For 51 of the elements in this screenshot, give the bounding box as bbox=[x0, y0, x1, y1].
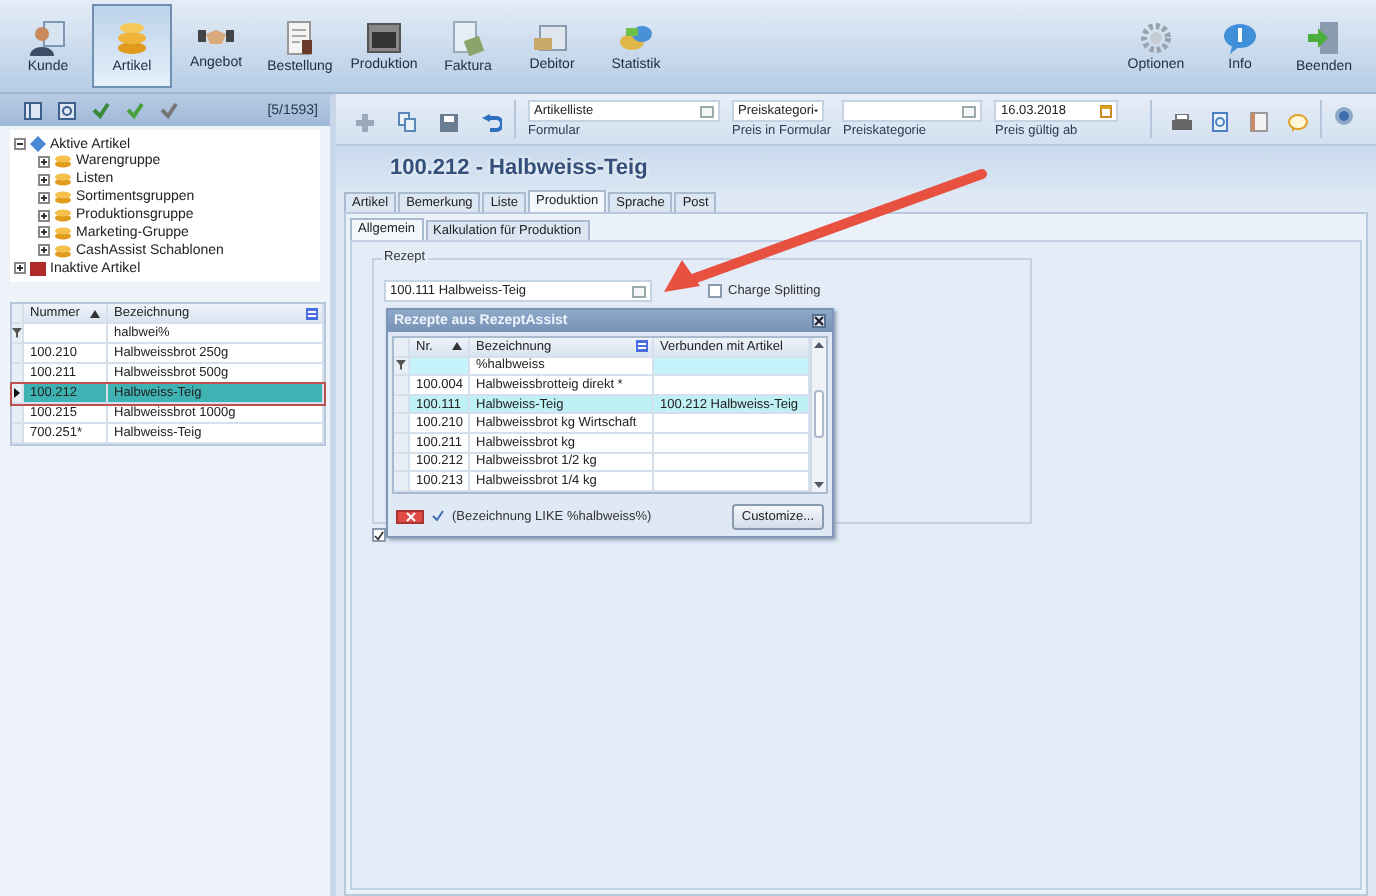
panel-icon[interactable] bbox=[24, 101, 42, 119]
expand-icon[interactable] bbox=[38, 155, 50, 168]
filter-icon bbox=[396, 360, 406, 371]
collapse-icon[interactable] bbox=[14, 138, 26, 150]
article-title: 100.212 - Halbweiss-Teig bbox=[336, 146, 1376, 190]
undo-icon[interactable] bbox=[482, 114, 502, 132]
filter-icon bbox=[12, 328, 22, 338]
document-icon bbox=[286, 19, 314, 55]
copy-icon[interactable] bbox=[398, 112, 416, 132]
checkbox[interactable] bbox=[708, 284, 722, 298]
invoice-icon bbox=[452, 19, 484, 55]
document-search-icon[interactable] bbox=[1212, 112, 1231, 132]
printer-icon[interactable] bbox=[1172, 114, 1193, 132]
scroll-up-icon[interactable] bbox=[814, 342, 824, 348]
scrollbar[interactable] bbox=[810, 338, 826, 492]
save-icon[interactable] bbox=[440, 114, 458, 132]
oven-icon bbox=[366, 21, 402, 53]
checkmark-icon[interactable] bbox=[432, 510, 444, 523]
folder-icon bbox=[30, 261, 46, 276]
expand-icon[interactable] bbox=[38, 209, 50, 221]
expand-icon[interactable] bbox=[38, 226, 50, 239]
refresh-icon[interactable] bbox=[58, 101, 76, 119]
close-icon bbox=[814, 316, 824, 326]
diamond-icon bbox=[30, 136, 46, 152]
scroll-thumb[interactable] bbox=[814, 390, 824, 439]
book-icon[interactable] bbox=[1250, 112, 1269, 132]
expand-icon[interactable] bbox=[38, 173, 50, 186]
checkbox[interactable] bbox=[372, 528, 386, 542]
settings-icon bbox=[1140, 21, 1172, 53]
column-chooser-icon[interactable] bbox=[636, 340, 648, 353]
scroll-down-icon[interactable] bbox=[814, 481, 824, 488]
expand-icon[interactable] bbox=[38, 244, 50, 257]
coins-icon bbox=[114, 19, 150, 55]
input-field[interactable] bbox=[842, 100, 983, 122]
speech-bubble-icon[interactable] bbox=[1288, 114, 1309, 132]
close-button[interactable] bbox=[812, 314, 826, 328]
sort-ascending-icon bbox=[90, 309, 100, 317]
expand-icon[interactable] bbox=[14, 262, 26, 275]
column-chooser-icon[interactable] bbox=[306, 307, 318, 319]
row-pointer-icon bbox=[14, 388, 20, 398]
exit-door-icon bbox=[1308, 19, 1340, 55]
clear-filter-button[interactable] bbox=[396, 509, 424, 524]
close-icon bbox=[405, 511, 415, 522]
person-icon bbox=[30, 19, 66, 55]
info-icon bbox=[1224, 21, 1256, 53]
chart-icon bbox=[618, 21, 654, 53]
row-selector[interactable] bbox=[12, 324, 24, 342]
sort-ascending-icon bbox=[452, 342, 462, 351]
expand-icon[interactable] bbox=[38, 191, 50, 204]
row-selector[interactable] bbox=[12, 384, 24, 402]
help-icon[interactable] bbox=[1334, 106, 1355, 126]
